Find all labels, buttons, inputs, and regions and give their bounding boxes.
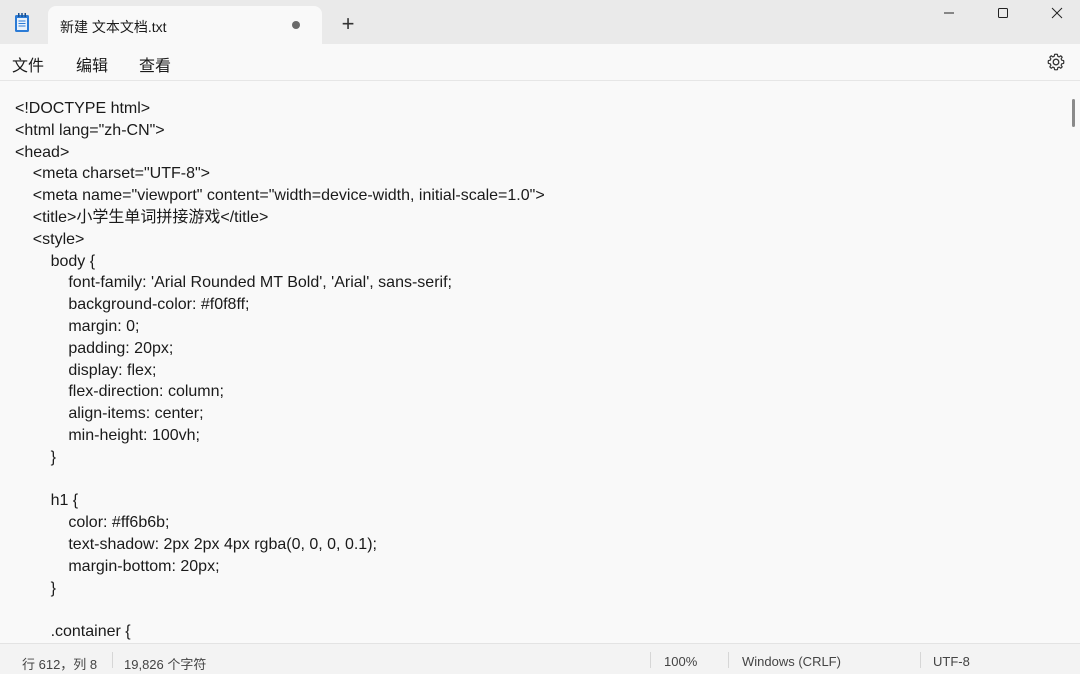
editor-line[interactable]: color: #ff6b6b; [15, 512, 545, 534]
encoding[interactable]: UTF-8 [933, 654, 970, 669]
title-bar: 新建 文本文档.txt + [0, 0, 1080, 44]
menu-file[interactable]: 文件 [10, 52, 46, 76]
notepad-window: 新建 文本文档.txt + 文件 编辑 查看 <!DOCTYPE html> <… [0, 0, 1080, 674]
status-divider [650, 652, 651, 668]
character-count: 19,826 个字符 [124, 657, 207, 672]
editor-line[interactable]: min-height: 100vh; [15, 425, 545, 447]
editor-line[interactable]: <title>小学生单词拼接游戏</title> [15, 207, 545, 229]
zoom-level[interactable]: 100% [664, 654, 697, 669]
maximize-icon [998, 8, 1008, 18]
editor-line[interactable]: background-color: #f0f8ff; [15, 294, 545, 316]
notepad-app-icon [15, 13, 29, 32]
editor-line[interactable] [15, 469, 545, 491]
close-icon [1051, 7, 1063, 19]
unsaved-dot-icon[interactable] [292, 21, 300, 29]
editor-line[interactable]: font-family: 'Arial Rounded MT Bold', 'A… [15, 272, 545, 294]
minimize-button[interactable] [922, 0, 976, 26]
text-editor[interactable]: <!DOCTYPE html> <html lang="zh-CN"> <head>… [0, 81, 1080, 643]
tab-title: 新建 文本文档.txt [60, 19, 167, 35]
editor-line[interactable]: margin: 0; [15, 316, 545, 338]
settings-gear-icon[interactable] [1046, 52, 1066, 72]
maximize-button[interactable] [976, 0, 1030, 26]
editor-text[interactable]: <!DOCTYPE html> <html lang="zh-CN"> <head>… [15, 98, 545, 643]
line-ending[interactable]: Windows (CRLF) [742, 654, 841, 669]
editor-line[interactable]: <head> [15, 142, 545, 164]
editor-line[interactable]: .container { [15, 621, 545, 643]
editor-line[interactable]: body { [15, 251, 545, 273]
vertical-scrollbar[interactable] [1072, 99, 1075, 127]
editor-line[interactable]: } [15, 447, 545, 469]
editor-line[interactable]: h1 { [15, 490, 545, 512]
menu-bar: 文件 编辑 查看 [0, 44, 1080, 81]
cursor-position: 行 612，列 8 [22, 657, 98, 672]
menu-edit[interactable]: 编辑 [74, 52, 110, 76]
document-tab[interactable]: 新建 文本文档.txt [48, 6, 322, 44]
editor-line[interactable]: padding: 20px; [15, 338, 545, 360]
status-bar: 行 612，列 8 19,826 个字符 100% Windows (CRLF)… [0, 643, 1080, 674]
editor-line[interactable]: align-items: center; [15, 403, 545, 425]
minimize-icon [944, 12, 954, 14]
editor-line[interactable]: text-shadow: 2px 2px 4px rgba(0, 0, 0, 0… [15, 534, 545, 556]
status-divider [112, 652, 113, 668]
status-divider [920, 652, 921, 668]
editor-line[interactable]: display: flex; [15, 360, 545, 382]
editor-line[interactable]: } [15, 578, 545, 600]
new-tab-button[interactable]: + [336, 12, 360, 36]
editor-line[interactable]: <meta charset="UTF-8"> [15, 163, 545, 185]
close-button[interactable] [1030, 0, 1080, 26]
editor-line[interactable] [15, 599, 545, 621]
editor-line[interactable]: <!DOCTYPE html> [15, 98, 545, 120]
editor-line[interactable]: <style> [15, 229, 545, 251]
editor-line[interactable]: <meta name="viewport" content="width=dev… [15, 185, 545, 207]
editor-line[interactable]: flex-direction: column; [15, 381, 545, 403]
status-divider [728, 652, 729, 668]
editor-line[interactable]: <html lang="zh-CN"> [15, 120, 545, 142]
editor-line[interactable]: margin-bottom: 20px; [15, 556, 545, 578]
menu-view[interactable]: 查看 [137, 52, 173, 76]
